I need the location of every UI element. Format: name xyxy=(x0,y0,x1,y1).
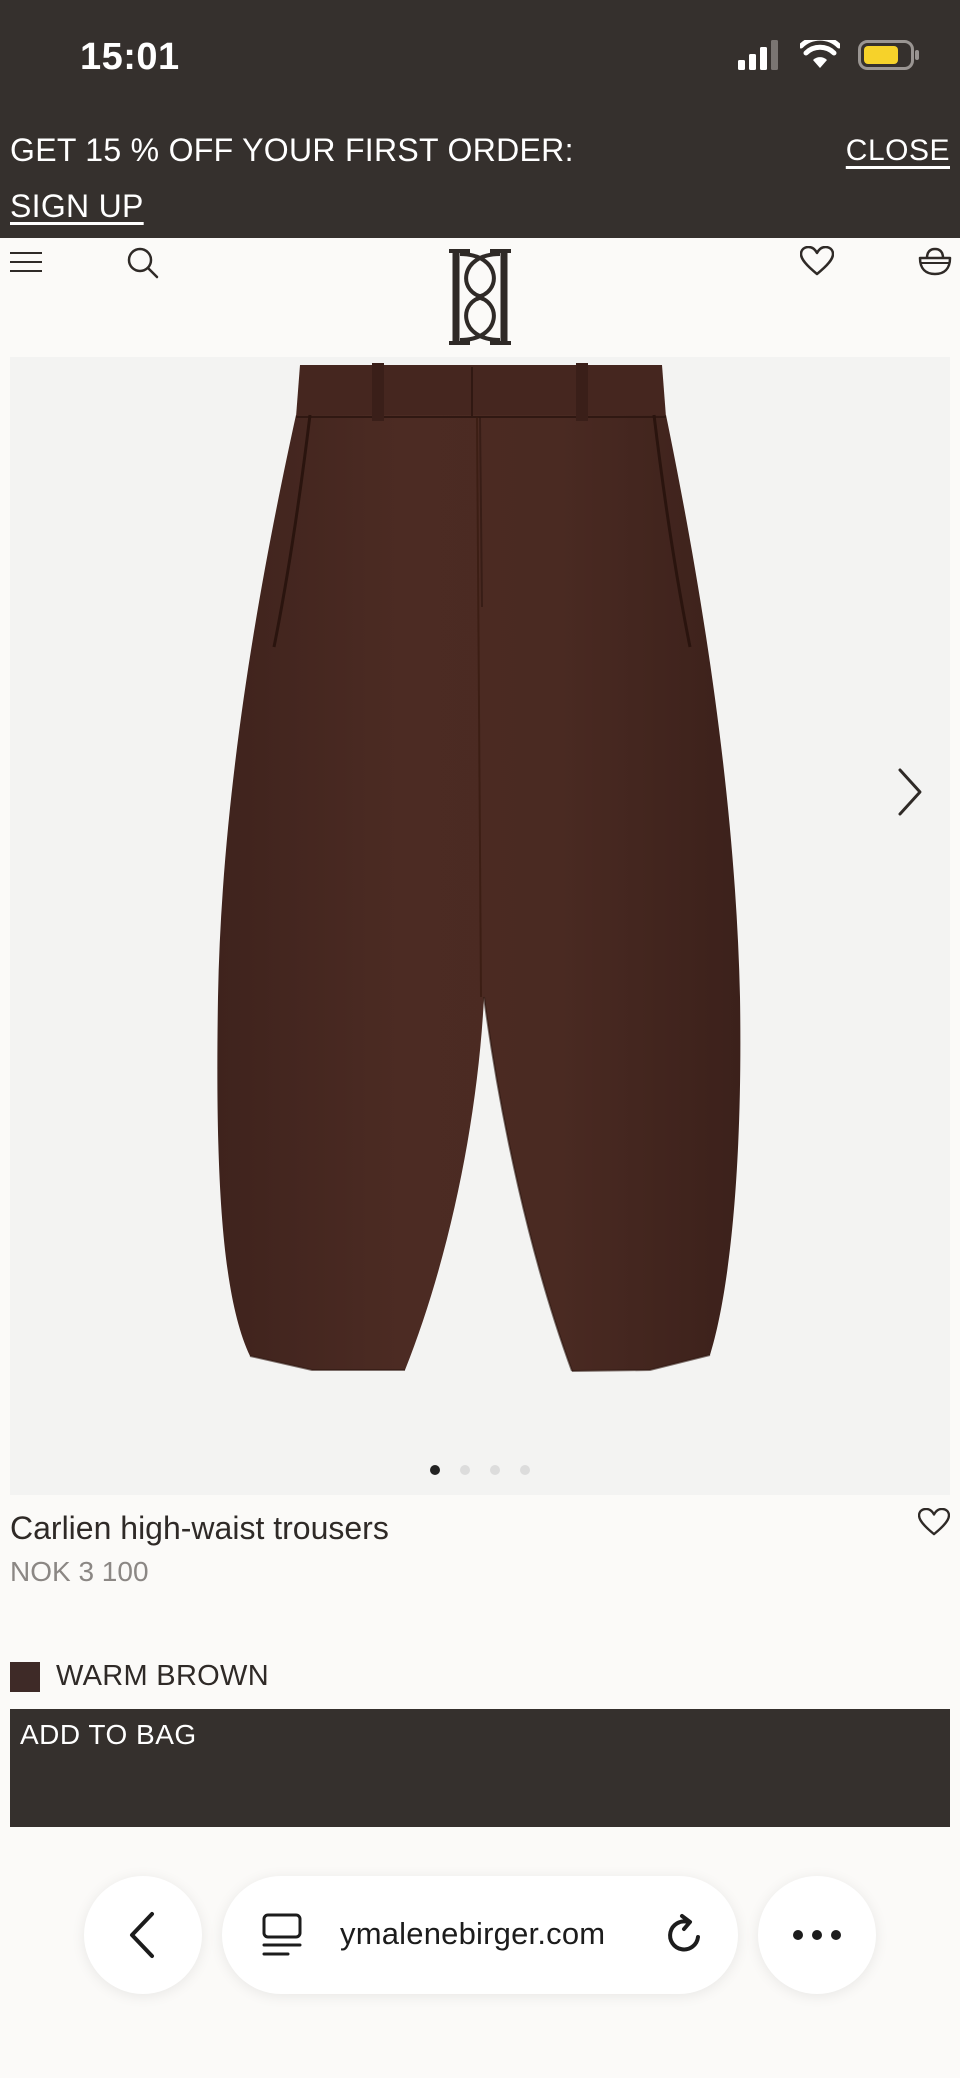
address-bar[interactable]: ymalenebirger.com xyxy=(222,1876,738,1994)
heart-icon[interactable] xyxy=(800,246,834,276)
page-menu-icon xyxy=(262,1913,302,1956)
search-icon[interactable] xyxy=(126,246,160,280)
carousel-dot[interactable] xyxy=(490,1465,500,1475)
back-button[interactable] xyxy=(84,1876,202,1994)
browser-toolbar: ymalenebirger.com xyxy=(0,1860,960,2078)
status-icons xyxy=(738,40,920,70)
trousers-image xyxy=(217,363,741,1372)
carousel-dot[interactable] xyxy=(430,1465,440,1475)
brand-logo[interactable] xyxy=(446,248,514,346)
bag-icon[interactable] xyxy=(918,246,952,276)
signal-icon xyxy=(738,40,778,70)
chevron-left-icon xyxy=(130,1912,154,1958)
carousel-dot[interactable] xyxy=(460,1465,470,1475)
product-image-carousel[interactable] xyxy=(10,357,950,1495)
site-header xyxy=(0,238,960,356)
product-price: NOK 3 100 xyxy=(10,1556,149,1587)
reload-icon[interactable] xyxy=(664,1913,706,1957)
carousel-dot[interactable] xyxy=(520,1465,530,1475)
add-to-bag-label: ADD TO BAG xyxy=(20,1719,197,1750)
add-to-bag-button[interactable]: ADD TO BAG xyxy=(10,1709,950,1827)
color-swatch[interactable] xyxy=(10,1661,40,1692)
battery-icon xyxy=(858,40,919,70)
carousel-pagination xyxy=(10,1465,950,1475)
promo-banner: GET 15 % OFF YOUR FIRST ORDER: SIGN UP C… xyxy=(0,120,960,238)
close-promo-button[interactable]: CLOSE xyxy=(846,134,950,168)
status-time: 15:01 xyxy=(80,36,180,78)
product-name: Carlien high-waist trousers xyxy=(10,1510,389,1546)
status-bar: 15:01 xyxy=(0,0,960,120)
wishlist-heart-icon[interactable] xyxy=(918,1508,950,1536)
wifi-icon xyxy=(800,40,840,68)
more-options-button[interactable] xyxy=(758,1876,876,1994)
color-name: WARM BROWN xyxy=(56,1660,269,1692)
more-icon xyxy=(793,1930,841,1940)
color-selector[interactable]: WARM BROWN xyxy=(10,1660,269,1693)
signup-link[interactable]: SIGN UP xyxy=(10,188,144,225)
promo-text: GET 15 % OFF YOUR FIRST ORDER: xyxy=(10,132,574,168)
url-text: ymalenebirger.com xyxy=(340,1916,606,1951)
menu-icon[interactable] xyxy=(10,250,42,274)
chevron-right-icon[interactable] xyxy=(890,762,930,822)
